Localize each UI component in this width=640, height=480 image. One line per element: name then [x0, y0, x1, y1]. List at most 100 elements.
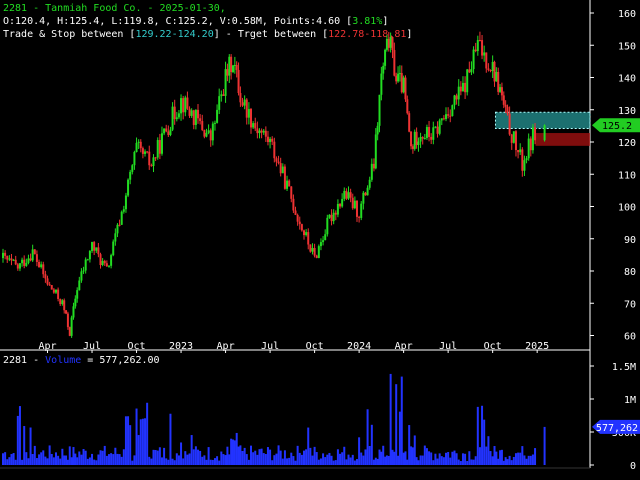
- volume-bar: [154, 449, 157, 465]
- volume-bar: [288, 457, 291, 465]
- volume-bar: [165, 458, 168, 465]
- volume-bar: [175, 453, 178, 465]
- volume-bar: [529, 455, 532, 465]
- candle-body: [419, 137, 422, 142]
- candle-body: [529, 138, 532, 151]
- stock-chart[interactable]: 60 70 80 90 100 110 120 130 140 150 160 Apr Jul Oct 20…: [0, 0, 640, 480]
- volume-bar: [374, 457, 377, 465]
- volume-bar: [474, 456, 477, 465]
- candle-body: [184, 97, 187, 113]
- candle-body: [438, 120, 441, 134]
- volume-bar: [341, 452, 344, 465]
- volume-bar: [144, 418, 147, 465]
- last-volume-label: 577,262: [596, 423, 638, 434]
- candle-body: [116, 224, 119, 234]
- volume-bar: [436, 458, 439, 465]
- candle-body: [180, 98, 183, 114]
- candle-body: [74, 298, 77, 307]
- volume-bar: [543, 426, 546, 465]
- candle-body: [468, 69, 471, 73]
- volume-bar: [279, 450, 282, 465]
- candle-body: [103, 260, 106, 264]
- volume-bar: [150, 458, 153, 465]
- volume-bar: [493, 446, 496, 465]
- candle-body: [135, 142, 138, 153]
- candle-body: [228, 56, 231, 76]
- candle-body: [207, 130, 210, 133]
- volume-bar: [311, 455, 314, 465]
- candle-body: [40, 264, 43, 268]
- candle-body: [78, 280, 81, 291]
- candle-body: [271, 138, 274, 142]
- volume-bar: [292, 456, 295, 465]
- volume-bar: [406, 459, 409, 465]
- volume-bar: [59, 458, 62, 465]
- candle-body: [525, 158, 528, 161]
- volume-bar: [277, 445, 280, 465]
- candle-body: [517, 150, 520, 153]
- candle-body: [146, 151, 149, 153]
- volume-bar: [468, 451, 471, 465]
- volume-bar: [112, 454, 115, 465]
- candle-body: [453, 95, 456, 106]
- candle-body: [519, 149, 522, 153]
- time-tick-label: Jul: [439, 341, 457, 352]
- volume-bar: [74, 453, 77, 465]
- candle-body: [499, 87, 502, 92]
- price-tick-label: 160: [618, 9, 636, 20]
- volume-bar: [256, 454, 259, 465]
- volume-bar: [245, 454, 248, 465]
- candle-body: [330, 214, 333, 222]
- volume-bar: [281, 458, 284, 465]
- candle-body: [339, 203, 342, 207]
- candle-body: [182, 98, 185, 113]
- candle-body: [252, 123, 255, 128]
- volume-bar: [52, 457, 55, 465]
- candle-body: [205, 132, 208, 137]
- volume-bar: [91, 453, 94, 465]
- volume-bar: [16, 415, 19, 465]
- candle-body: [21, 259, 24, 264]
- candle-body: [283, 166, 286, 189]
- volume-bar: [362, 455, 365, 465]
- volume-bar: [315, 452, 318, 465]
- candle-body: [368, 179, 371, 188]
- candle-body: [451, 105, 454, 117]
- candle-body: [16, 264, 19, 269]
- volume-bar: [290, 452, 293, 465]
- volume-bar: [442, 457, 445, 465]
- volume-bar: [370, 424, 373, 465]
- candle-body: [534, 127, 537, 141]
- volume-bar: [141, 418, 144, 465]
- candle-body: [29, 258, 32, 261]
- volume-bar: [500, 449, 503, 465]
- volume-bar: [133, 455, 136, 465]
- volume-bar: [322, 453, 325, 465]
- candle-body: [50, 285, 53, 290]
- candle-body: [395, 75, 398, 82]
- volume-bar: [220, 451, 223, 465]
- candle-body: [461, 82, 464, 92]
- price-tick-label: 140: [618, 74, 636, 85]
- candle-body: [65, 310, 68, 314]
- candle-body: [387, 38, 390, 48]
- volume-bar: [376, 458, 379, 465]
- candle-body: [497, 71, 500, 92]
- volume-bar: [72, 447, 75, 465]
- candle-body: [88, 250, 91, 260]
- volume-bar: [226, 446, 229, 465]
- volume-bar: [139, 419, 142, 465]
- volume-bar: [80, 454, 83, 465]
- candle-body: [8, 258, 11, 260]
- candle-body: [133, 152, 136, 166]
- candle-body: [2, 252, 4, 259]
- candle-body: [192, 110, 195, 125]
- candle-body: [483, 52, 486, 56]
- volume-bar: [78, 451, 81, 465]
- candle-body: [97, 247, 100, 255]
- volume-bar: [201, 456, 204, 465]
- candle-body: [385, 38, 388, 50]
- volume-bar: [135, 408, 138, 465]
- volume-bar: [445, 452, 448, 465]
- volume-bar: [88, 457, 91, 465]
